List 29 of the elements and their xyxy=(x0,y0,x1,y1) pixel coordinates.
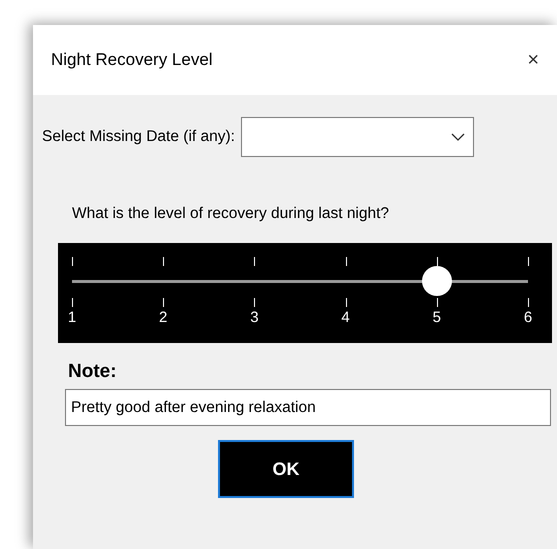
tick-mark xyxy=(72,298,73,307)
recovery-slider[interactable]: 1 2 3 4 5 6 xyxy=(58,243,552,343)
scale-label: 4 xyxy=(341,309,350,326)
tick-mark xyxy=(436,257,438,266)
date-label: Select Missing Date (if any): xyxy=(42,128,235,146)
tick-mark xyxy=(528,298,529,307)
tick-mark xyxy=(163,298,164,307)
tick-mark xyxy=(436,298,438,307)
question-text: What is the level of recovery during last night? xyxy=(72,205,390,223)
note-label: Note: xyxy=(68,361,118,383)
tick-mark xyxy=(254,257,256,266)
note-field[interactable]: Pretty good after evening relaxation xyxy=(65,389,551,426)
scale-label: 6 xyxy=(524,309,532,326)
scale-label: 2 xyxy=(159,309,168,326)
tick-mark xyxy=(346,257,347,266)
scale-label: 3 xyxy=(250,309,259,326)
tick-mark xyxy=(254,298,256,307)
tick-mark xyxy=(163,257,164,266)
scale-label: 1 xyxy=(68,309,76,326)
window-title: Night Recovery Level xyxy=(51,50,213,70)
tick-mark xyxy=(528,257,529,266)
tick-mark xyxy=(72,257,73,266)
scale-label: 5 xyxy=(432,309,441,326)
slider-thumb[interactable] xyxy=(422,266,452,296)
ok-button[interactable]: OK xyxy=(218,440,354,498)
tick-mark xyxy=(346,298,347,307)
close-button[interactable]: × xyxy=(523,48,543,72)
chevron-icon xyxy=(450,133,465,141)
date-dropdown[interactable] xyxy=(240,117,474,157)
